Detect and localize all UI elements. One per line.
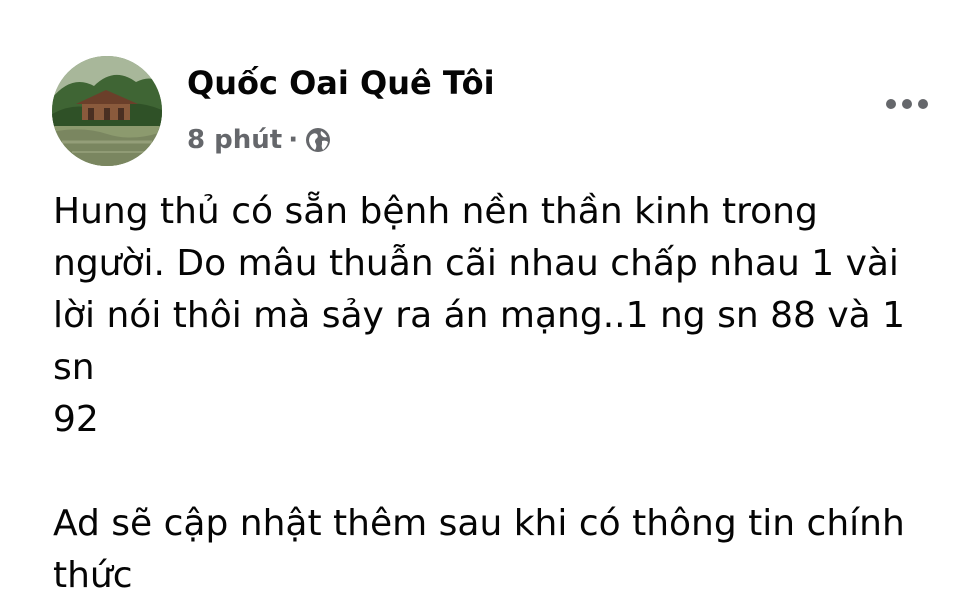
avatar-image [52,56,162,166]
post-content: Hung thủ có sẵn bệnh nền thần kinh trong… [53,186,958,602]
facebook-post: Quốc Oai Quê Tôi 8 phút · Hung thủ có sẵ… [0,0,979,614]
more-options-icon [886,99,928,109]
post-paragraph: Hung thủ có sẵn bệnh nền thần kinh trong… [53,191,906,440]
post-paragraph: Ad sẽ cập nhật thêm sau khi có thông tin… [53,503,905,596]
page-avatar[interactable] [52,56,162,166]
post-meta: 8 phút · [187,120,332,160]
more-options-button[interactable] [876,82,938,126]
globe-icon[interactable] [304,126,332,154]
page-name[interactable]: Quốc Oai Quê Tôi [187,63,495,103]
meta-separator: · [288,125,299,155]
post-timestamp[interactable]: 8 phút [187,125,282,155]
